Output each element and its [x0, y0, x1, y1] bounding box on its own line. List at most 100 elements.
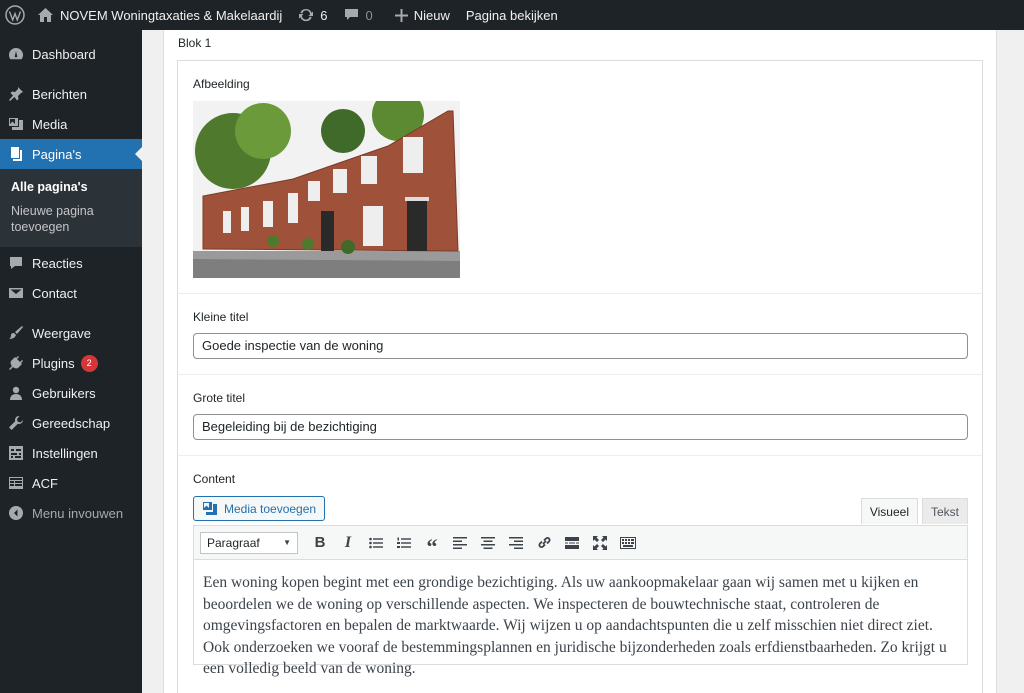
sidebar-item-plugins[interactable]: Plugins 2 [0, 348, 142, 378]
tools-icon [8, 415, 24, 431]
align-left-icon [453, 536, 467, 549]
image-field-label: Afbeelding [193, 77, 250, 91]
align-right-icon [509, 536, 523, 549]
content-field: Content Media toevoegen Visueel Tekst Pa… [178, 456, 982, 693]
sidebar-item-berichten[interactable]: Berichten [0, 79, 142, 109]
plugins-icon [8, 355, 24, 371]
fullscreen-button[interactable] [586, 530, 614, 556]
main-content: Blok 1 Afbeelding Kleine titel Goede ins… [142, 30, 1024, 693]
admin-bar: NOVEM Woningtaxaties & Makelaardij 6 0 N… [0, 0, 1024, 30]
updates-icon [298, 7, 314, 23]
numbered-list-icon [397, 537, 411, 548]
sidebar-item-instellingen[interactable]: Instellingen [0, 438, 142, 468]
align-center-icon [481, 536, 495, 549]
collapse-menu-button[interactable]: Menu invouwen [0, 498, 142, 528]
block-label: Blok 1 [178, 36, 212, 50]
site-name: NOVEM Woningtaxaties & Makelaardij [60, 7, 283, 23]
small-title-label: Kleine titel [193, 310, 249, 324]
sidebar-item-label: Instellingen [32, 445, 98, 461]
sidebar-item-label: Weergave [32, 325, 92, 341]
format-select-value: Paragraaf [207, 535, 260, 550]
align-center-button[interactable] [474, 530, 502, 556]
plugins-update-badge: 2 [80, 354, 98, 372]
small-title-field: Kleine titel Goede inspectie van de woni… [178, 294, 982, 375]
blockquote-button[interactable]: “ [418, 530, 446, 559]
view-page-label: Pagina bekijken [465, 7, 558, 23]
block-fields: Afbeelding Kleine titel Goede inspectie … [177, 60, 983, 693]
insert-link-button[interactable] [530, 530, 558, 556]
tab-text[interactable]: Tekst [921, 498, 968, 524]
image-field: Afbeelding [178, 61, 982, 294]
comment-icon [344, 8, 359, 22]
acf-icon [8, 475, 24, 491]
small-title-input[interactable]: Goede inspectie van de woning [193, 333, 968, 359]
align-left-button[interactable] [446, 530, 474, 556]
chevron-down-icon: ▼ [283, 538, 291, 547]
sidebar-item-label: ACF [32, 475, 58, 491]
media-icon [8, 116, 24, 132]
updates-count: 6 [320, 7, 328, 23]
bullet-list-button[interactable] [362, 530, 390, 556]
italic-button[interactable]: I [334, 530, 362, 556]
quote-icon: “ [426, 533, 438, 559]
italic-icon: I [344, 533, 352, 551]
wordpress-logo-icon[interactable] [0, 0, 30, 30]
sidebar-item-acf[interactable]: ACF [0, 468, 142, 498]
read-more-button[interactable] [558, 530, 586, 556]
add-media-button[interactable]: Media toevoegen [193, 496, 326, 521]
comments-link[interactable]: 0 [336, 0, 381, 30]
home-icon [38, 8, 53, 22]
sidebar-item-label: Dashboard [32, 46, 96, 62]
sidebar-item-paginas[interactable]: Pagina's [0, 139, 142, 169]
sidebar-item-label: Gereedschap [32, 415, 111, 431]
plus-icon [394, 8, 408, 22]
submenu-new-page[interactable]: Nieuwe pagina toevoegen [0, 199, 110, 239]
updates-link[interactable]: 6 [290, 0, 335, 30]
collapse-icon [8, 505, 24, 521]
sidebar-item-reacties[interactable]: Reacties [0, 248, 142, 278]
sidebar-item-label: Berichten [32, 86, 87, 102]
editor-toolbar: Paragraaf ▼ B I “ [194, 526, 967, 560]
content-label: Content [193, 472, 236, 486]
sidebar-item-weergave[interactable]: Weergave [0, 318, 142, 348]
site-name-link[interactable]: NOVEM Woningtaxaties & Makelaardij [30, 0, 290, 30]
new-label: Nieuw [413, 7, 450, 23]
big-title-input[interactable]: Begeleiding bij de bezichtiging [193, 414, 968, 440]
sidebar-item-label: Reacties [32, 255, 83, 271]
format-select[interactable]: Paragraaf ▼ [200, 531, 298, 554]
keyboard-icon [620, 536, 636, 549]
toolbar-toggle-button[interactable] [614, 530, 642, 556]
editor-tabs: Visueel Tekst [857, 498, 968, 524]
users-icon [8, 385, 24, 401]
fullscreen-icon [593, 535, 607, 550]
tab-visual[interactable]: Visueel [860, 498, 918, 524]
align-right-button[interactable] [502, 530, 530, 556]
bold-button[interactable]: B [306, 530, 334, 556]
add-media-icon [202, 501, 224, 516]
mail-icon [8, 285, 24, 301]
add-media-label: Media toevoegen [224, 501, 317, 516]
sidebar-item-gereedschap[interactable]: Gereedschap [0, 408, 142, 438]
numbered-list-button[interactable] [390, 530, 418, 556]
sidebar-item-dashboard[interactable]: Dashboard [0, 39, 142, 69]
sidebar-item-label: Plugins [32, 355, 75, 371]
comments-count: 0 [365, 7, 373, 23]
comments-icon [8, 255, 24, 271]
admin-sidebar: Dashboard Berichten Media Pagina's Alle … [0, 30, 142, 693]
new-content-link[interactable]: Nieuw [387, 0, 458, 30]
sidebar-item-media[interactable]: Media [0, 109, 142, 139]
big-title-label: Grote titel [193, 391, 246, 405]
link-icon [538, 537, 550, 548]
sidebar-item-label: Menu invouwen [32, 505, 124, 521]
view-page-link[interactable]: Pagina bekijken [458, 0, 566, 30]
pin-icon [8, 86, 24, 102]
bullet-list-icon [369, 537, 383, 548]
sidebar-item-label: Gebruikers [32, 385, 96, 401]
editor-content[interactable]: Een woning kopen begint met een grondige… [194, 560, 967, 692]
house-image[interactable] [193, 101, 460, 278]
sidebar-item-gebruikers[interactable]: Gebruikers [0, 378, 142, 408]
read-more-icon [565, 536, 579, 549]
sidebar-item-contact[interactable]: Contact [0, 278, 142, 308]
submenu-all-pages[interactable]: Alle pagina's [0, 175, 142, 199]
bold-icon: B [314, 534, 326, 551]
